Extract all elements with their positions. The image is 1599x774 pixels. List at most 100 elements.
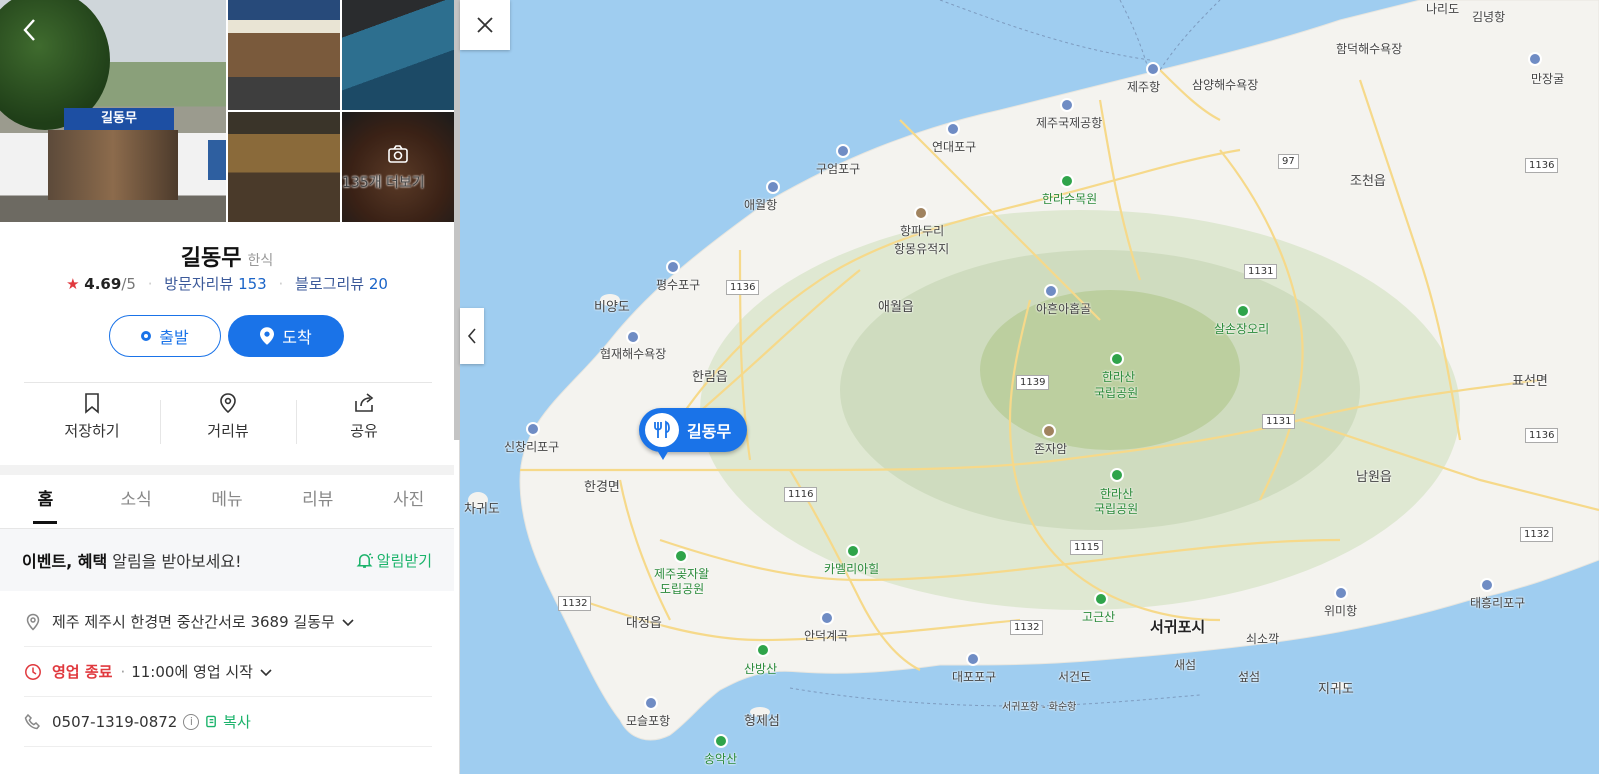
map-label: 제주항 <box>1127 80 1161 94</box>
map-label: 협재해수욕장 <box>600 347 667 361</box>
port-icon <box>946 122 960 136</box>
map-label: 항몽유적지 <box>894 242 950 256</box>
place-marker[interactable]: 길동무 <box>639 408 748 452</box>
map-label: 만장굴 <box>1531 72 1565 86</box>
port-icon <box>666 260 680 274</box>
map-label: 조천읍 <box>1350 174 1386 189</box>
port-icon <box>526 422 540 436</box>
route-buttons: 출발 도착 <box>109 315 349 357</box>
airport-icon <box>1060 98 1074 112</box>
map-label: 대포포구 <box>952 670 997 684</box>
more-photos-button[interactable]: 135개 더보기 <box>342 112 454 222</box>
chevron-down-icon <box>342 618 354 626</box>
place-category: 한식 <box>247 253 274 269</box>
map-label: 대정읍 <box>626 616 662 631</box>
notice-text: 알림을 받아보세요! <box>112 552 242 571</box>
map-label: 애월항 <box>744 198 778 212</box>
bell-icon <box>356 552 373 568</box>
photo-gallery: 길동무 135개 더보기 <box>0 0 454 222</box>
copy-label: 복사 <box>223 713 251 731</box>
notice-banner: 이벤트, 혜택 알림을 받아보세요! 알림받기 <box>0 529 454 591</box>
map-view[interactable]: 제주항 삼양해수욕장 함덕해수욕장 김녕항 만장굴 나리도 제주국제공항 연대포… <box>460 0 1599 774</box>
park-icon <box>846 544 860 558</box>
place-name: 길동무 <box>180 246 242 271</box>
map-label: 차귀도 <box>464 502 500 517</box>
place-panel: 길동무 135개 더보기 길동무 한식 ★ 4.69/5 · 방문자리뷰 153 … <box>0 0 460 774</box>
port-icon <box>966 652 980 666</box>
tab-news[interactable]: 소식 <box>91 475 182 528</box>
save-label: 저장하기 <box>64 422 120 440</box>
close-button[interactable] <box>460 0 510 50</box>
departure-label: 출발 <box>159 328 189 347</box>
collapse-panel-button[interactable] <box>460 308 484 364</box>
street-view-button[interactable]: 거리뷰 <box>160 392 296 456</box>
route-shield: 1136 <box>726 280 760 295</box>
tab-photos-label: 사진 <box>392 490 425 510</box>
photo-window <box>208 140 226 180</box>
separator: · <box>278 275 284 293</box>
back-button[interactable] <box>18 16 42 44</box>
chevron-left-icon <box>23 19 35 41</box>
map-label: 함덕해수욕장 <box>1336 42 1403 56</box>
route-shield: 1131 <box>1262 414 1296 429</box>
photo-exterior[interactable] <box>228 0 340 110</box>
map-label: 위미항 <box>1324 604 1358 618</box>
map-label: 비양도 <box>594 300 630 315</box>
restaurant-icon <box>645 413 679 447</box>
location-icon <box>26 613 40 631</box>
share-icon <box>355 393 374 412</box>
photo-interior[interactable] <box>342 0 454 110</box>
map-label: 남원읍 <box>1356 470 1392 485</box>
departure-button[interactable]: 출발 <box>109 315 221 357</box>
tab-menu[interactable]: 메뉴 <box>182 475 273 528</box>
temple-icon <box>1042 424 1056 438</box>
divider <box>24 382 432 383</box>
phone-number: 0507-1319-0872 <box>52 712 178 731</box>
map-label: 살손장오리 <box>1214 322 1270 336</box>
mountain-icon <box>756 643 770 657</box>
arrival-button[interactable]: 도착 <box>228 315 344 357</box>
map-label: 산방산 <box>744 662 778 676</box>
close-icon <box>477 17 493 33</box>
mountain-icon <box>1094 592 1108 606</box>
share-label: 공유 <box>350 422 378 440</box>
save-button[interactable]: 저장하기 <box>24 392 160 456</box>
share-button[interactable]: 공유 <box>296 392 432 456</box>
map-label: 서건도 <box>1058 670 1092 684</box>
map-label: 제주국제공항 <box>1036 116 1103 130</box>
address-row[interactable]: 제주 제주시 한경면 중산간서로 3689 길동무 <box>24 597 432 647</box>
mountain-icon <box>1236 304 1250 318</box>
route-shield: 1132 <box>1520 527 1554 542</box>
valley-icon <box>820 611 834 625</box>
arrival-label: 도착 <box>282 328 312 347</box>
tab-underline <box>33 521 58 524</box>
map-label: 신창리포구 <box>504 440 560 454</box>
map-label: 나리도 <box>1426 2 1460 16</box>
visitor-review-link[interactable]: 방문자리뷰 153 <box>164 275 266 293</box>
map-label: 구엄포구 <box>816 162 861 176</box>
map-label: 섶섬 <box>1238 670 1261 684</box>
copy-button[interactable]: 복사 <box>205 711 251 732</box>
section-gap <box>0 465 454 475</box>
blog-review-link[interactable]: 블로그리뷰 20 <box>295 275 388 293</box>
map-label: 한림읍 <box>692 370 728 385</box>
tab-reviews[interactable]: 리뷰 <box>272 475 363 528</box>
route-shield: 97 <box>1278 154 1299 169</box>
map-label: 고근산 <box>1082 610 1116 624</box>
place-title: 길동무 한식 <box>0 240 454 272</box>
photo-sign: 길동무 <box>64 108 174 130</box>
map-label: 안덕계곡 <box>804 629 849 643</box>
chevron-left-icon <box>467 328 476 344</box>
map-label: 연대포구 <box>932 140 977 154</box>
alarm-button[interactable]: 알림받기 <box>356 550 432 571</box>
port-icon <box>1146 62 1160 76</box>
port-icon <box>644 696 658 710</box>
mountain-icon <box>1110 352 1124 366</box>
tab-home[interactable]: 홈 <box>0 475 91 528</box>
map-label: 모슬포항 <box>626 714 671 728</box>
tab-photos[interactable]: 사진 <box>363 475 454 528</box>
info-icon[interactable]: i <box>183 713 200 730</box>
photo-dining[interactable] <box>228 112 340 222</box>
hours-row[interactable]: 영업 종료 · 11:00에 영업 시작 <box>24 647 432 697</box>
tab-reviews-label: 리뷰 <box>302 490 334 510</box>
